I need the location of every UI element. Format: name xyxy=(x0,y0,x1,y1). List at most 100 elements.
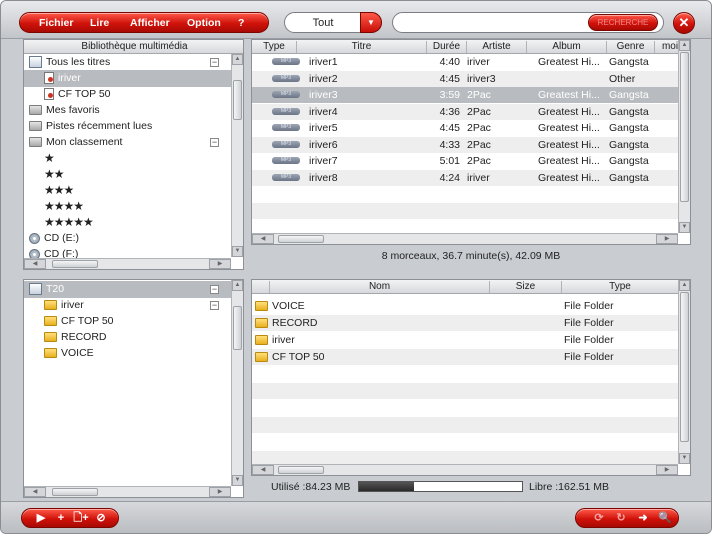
library-item[interactable]: ★ xyxy=(24,150,231,167)
add-file-icon[interactable]: 🗋+ xyxy=(72,509,90,527)
column-name[interactable]: Nom xyxy=(270,281,490,293)
column-album[interactable]: Album xyxy=(527,41,607,53)
refresh-icon[interactable]: ↻ xyxy=(612,509,630,527)
library-item[interactable]: CF TOP 50 xyxy=(24,86,231,103)
collapse-icon[interactable]: − xyxy=(210,58,219,67)
filter-dropdown[interactable]: Tout ▼ xyxy=(284,12,382,33)
scroll-down-icon[interactable]: ▼ xyxy=(679,453,690,464)
library-horizontal-scrollbar[interactable]: ◀ ▶ xyxy=(24,258,231,269)
table-row[interactable] xyxy=(252,202,678,219)
device-root[interactable]: T20 xyxy=(24,281,231,298)
library-item[interactable]: Mes favoris xyxy=(24,102,231,119)
library-item[interactable]: CD (E:) xyxy=(24,230,231,247)
menu-option[interactable]: Option xyxy=(187,17,221,29)
collapse-icon[interactable]: − xyxy=(210,285,219,294)
table-row[interactable]: RECORD File Folder xyxy=(252,315,678,331)
scroll-thumb[interactable] xyxy=(278,466,324,474)
table-row[interactable] xyxy=(252,186,678,202)
search-button[interactable]: RECHERCHE xyxy=(588,14,658,31)
library-item[interactable]: Pistes récemment lues xyxy=(24,118,231,135)
scroll-up-icon[interactable]: ▲ xyxy=(232,280,243,291)
search-icon[interactable]: 🔍 xyxy=(656,509,674,527)
add-icon[interactable]: + xyxy=(52,509,70,527)
library-item[interactable]: ★★★ xyxy=(24,182,231,199)
column-genre[interactable]: Genre xyxy=(607,41,655,53)
column-artist[interactable]: Artiste xyxy=(467,41,527,53)
library-item[interactable]: ★★★★ xyxy=(24,198,231,215)
scroll-left-icon[interactable]: ◀ xyxy=(252,234,274,244)
table-row[interactable]: MP3 iriver1 4:40 iriver Greatest Hi... Gangst… xyxy=(252,54,678,70)
library-item[interactable]: ★★ xyxy=(24,166,231,183)
tracks-vertical-scrollbar[interactable]: ▲ ▼ xyxy=(678,40,690,233)
table-row[interactable] xyxy=(252,417,678,433)
close-icon[interactable]: ✕ xyxy=(673,12,695,34)
scroll-thumb[interactable] xyxy=(278,235,324,243)
table-row[interactable]: MP3 iriver7 5:01 2Pac Greatest Hi... Gangsta xyxy=(252,153,678,169)
scroll-left-icon[interactable]: ◀ xyxy=(252,465,274,475)
cancel-icon[interactable]: ⊘ xyxy=(92,509,110,527)
device-folder-item[interactable]: VOICE xyxy=(24,345,231,362)
files-horizontal-scrollbar[interactable]: ◀ ▶ xyxy=(252,464,678,475)
menu-file[interactable]: Fichier xyxy=(39,17,73,29)
play-icon[interactable]: ▶ xyxy=(32,509,50,527)
table-row[interactable] xyxy=(252,434,678,450)
device-vertical-scrollbar[interactable]: ▲ ▼ xyxy=(231,280,243,486)
library-vertical-scrollbar[interactable]: ▲ ▼ xyxy=(231,54,243,257)
column-type[interactable]: Type xyxy=(562,281,678,293)
device-folder-item[interactable]: iriver xyxy=(24,297,231,314)
column-type[interactable]: Type xyxy=(252,41,297,53)
scroll-right-icon[interactable]: ▶ xyxy=(656,465,678,475)
scroll-thumb[interactable] xyxy=(680,52,689,202)
scroll-up-icon[interactable]: ▲ xyxy=(232,54,243,65)
device-folder-item[interactable]: RECORD xyxy=(24,329,231,346)
table-row[interactable]: MP3 iriver6 4:33 2Pac Greatest Hi... Gangsta xyxy=(252,136,678,153)
chevron-down-icon[interactable]: ▼ xyxy=(360,12,382,33)
scroll-right-icon[interactable]: ▶ xyxy=(209,259,231,269)
files-vertical-scrollbar[interactable]: ▲ ▼ xyxy=(678,280,690,464)
tracks-horizontal-scrollbar[interactable]: ◀ ▶ xyxy=(252,233,678,244)
column-duration[interactable]: Durée xyxy=(427,41,467,53)
scroll-down-icon[interactable]: ▼ xyxy=(679,222,690,233)
scroll-left-icon[interactable]: ◀ xyxy=(24,259,46,269)
library-item[interactable]: Mon classement xyxy=(24,134,231,151)
table-row[interactable]: MP3 iriver4 4:36 2Pac Greatest Hi... Gangsta xyxy=(252,103,678,120)
scroll-thumb[interactable] xyxy=(233,80,242,120)
table-row[interactable]: CF TOP 50 File Folder xyxy=(252,349,678,365)
collapse-icon[interactable]: − xyxy=(210,138,219,147)
table-row[interactable]: MP3 iriver2 4:45 iriver3 Other xyxy=(252,70,678,87)
menu-play[interactable]: Lire xyxy=(90,17,109,29)
table-row[interactable]: iriver File Folder xyxy=(252,332,678,348)
collapse-icon[interactable]: − xyxy=(210,301,219,310)
table-row[interactable]: MP3 iriver5 4:45 2Pac Greatest Hi... Gangsta xyxy=(252,120,678,136)
scroll-thumb[interactable] xyxy=(680,292,689,442)
table-row[interactable]: MP3 iriver8 4:24 iriver Greatest Hi... Gangst… xyxy=(252,169,678,186)
transfer-icon[interactable]: ➜ xyxy=(634,509,652,527)
device-horizontal-scrollbar[interactable]: ◀ ▶ xyxy=(24,486,231,497)
scroll-up-icon[interactable]: ▲ xyxy=(679,280,690,291)
table-row[interactable] xyxy=(252,400,678,416)
scroll-down-icon[interactable]: ▼ xyxy=(232,246,243,257)
device-folder-item[interactable]: CF TOP 50 xyxy=(24,313,231,330)
file-type-badge: MP3 xyxy=(272,107,300,115)
scroll-right-icon[interactable]: ▶ xyxy=(656,234,678,244)
scroll-up-icon[interactable]: ▲ xyxy=(679,40,690,51)
table-row[interactable]: MP3 iriver3 3:59 2Pac Greatest Hi... Gangsta xyxy=(252,87,678,103)
scroll-thumb[interactable] xyxy=(233,306,242,350)
menu-help[interactable]: ? xyxy=(238,17,244,29)
table-row[interactable] xyxy=(252,383,678,399)
column-title[interactable]: Titre xyxy=(297,41,427,53)
sync-icon[interactable]: ⟳ xyxy=(590,509,608,527)
scroll-left-icon[interactable]: ◀ xyxy=(24,487,46,497)
menu-view[interactable]: Afficher xyxy=(130,17,170,29)
scroll-down-icon[interactable]: ▼ xyxy=(232,475,243,486)
library-item[interactable]: iriver xyxy=(24,70,231,87)
scroll-right-icon[interactable]: ▶ xyxy=(209,487,231,497)
table-row[interactable]: VOICE File Folder xyxy=(252,298,678,314)
library-item[interactable]: Tous les titres xyxy=(24,54,231,71)
horizontal-splitter[interactable] xyxy=(251,268,691,278)
table-row[interactable] xyxy=(252,366,678,382)
column-size[interactable]: Size xyxy=(490,281,562,293)
library-item[interactable]: ★★★★★ xyxy=(24,214,231,231)
scroll-thumb[interactable] xyxy=(52,488,98,496)
scroll-thumb[interactable] xyxy=(52,260,98,268)
